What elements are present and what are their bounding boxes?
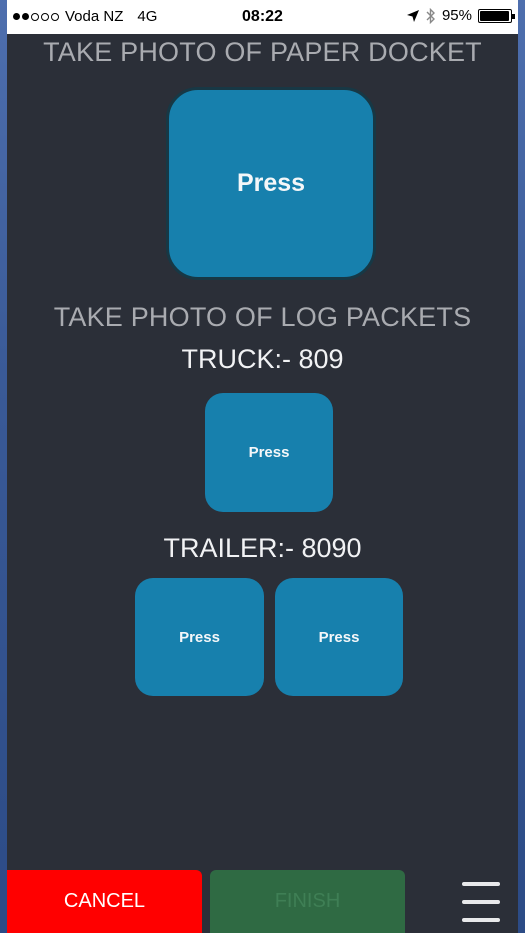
battery-percentage: 95% [441, 7, 472, 24]
trailer-label: TRAILER:- 8090 [163, 533, 362, 563]
bottom-action-bar: CANCEL FINISH [7, 870, 518, 933]
docket-photo-button[interactable]: Press [166, 87, 376, 280]
truck-photo-button[interactable]: Press [205, 393, 333, 512]
trailer-photo-button-2[interactable]: Press [275, 578, 403, 696]
hamburger-menu-icon[interactable] [462, 882, 500, 922]
app-screen: Voda NZ 4G 08:22 95% TAKE PHOTO OF PAPER… [7, 0, 518, 933]
trailer-photo-button-1[interactable]: Press [135, 578, 264, 696]
packets-heading: TAKE PHOTO OF LOG PACKETS [53, 302, 472, 332]
docket-heading: TAKE PHOTO OF PAPER DOCKET [43, 37, 482, 67]
location-arrow-icon [406, 9, 419, 22]
bluetooth-icon [426, 7, 435, 24]
truck-label: TRUCK:- 809 [181, 344, 344, 374]
status-bar: Voda NZ 4G 08:22 95% [7, 0, 518, 34]
device-frame: Voda NZ 4G 08:22 95% TAKE PHOTO OF PAPER… [0, 0, 525, 933]
status-right: 95% [406, 7, 515, 24]
cancel-button[interactable]: CANCEL [7, 870, 202, 933]
battery-icon [478, 8, 515, 23]
finish-button[interactable]: FINISH [210, 870, 405, 933]
